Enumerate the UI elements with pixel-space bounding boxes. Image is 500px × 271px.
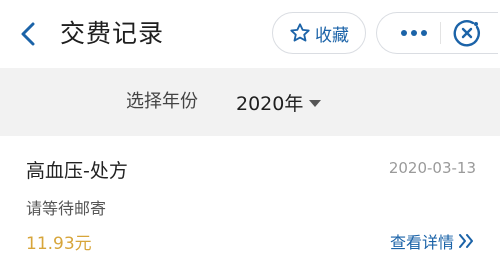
year-filter-label: 选择年份 bbox=[126, 91, 198, 112]
record-date: 2020-03-13 bbox=[388, 159, 476, 177]
back-arrow-icon bbox=[21, 22, 35, 46]
caret-down-icon bbox=[309, 99, 322, 107]
view-details-label: 查看详情 bbox=[389, 233, 454, 252]
year-select[interactable]: 2020年 bbox=[236, 68, 322, 136]
page-title: 交费记录 bbox=[60, 19, 165, 48]
record-status: 请等待邮寄 bbox=[26, 199, 107, 218]
back-button[interactable] bbox=[14, 20, 42, 48]
year-select-value: 2020年 bbox=[236, 92, 304, 115]
year-filter-bar: 选择年份 2020年 bbox=[0, 68, 500, 136]
more-dots-icon bbox=[401, 30, 427, 36]
star-outline-icon bbox=[290, 23, 310, 42]
app-header: 交费记录 收藏 bbox=[0, 0, 500, 68]
view-details-link[interactable]: 查看详情 bbox=[390, 229, 474, 253]
double-chevron-right-icon bbox=[459, 234, 473, 248]
close-miniprogram-button[interactable] bbox=[452, 18, 482, 48]
favorite-label: 收藏 bbox=[315, 25, 349, 46]
record-title: 高血压-处方 bbox=[26, 160, 128, 182]
close-circle-icon bbox=[453, 20, 480, 47]
record-card[interactable]: 高血压-处方 2020-03-13 请等待邮寄 11.93元 查看详情 bbox=[0, 136, 500, 271]
capsule-divider bbox=[440, 22, 441, 44]
record-amount: 11.93元 bbox=[26, 234, 92, 254]
more-button[interactable] bbox=[396, 20, 432, 46]
favorite-button[interactable]: 收藏 bbox=[272, 12, 366, 54]
